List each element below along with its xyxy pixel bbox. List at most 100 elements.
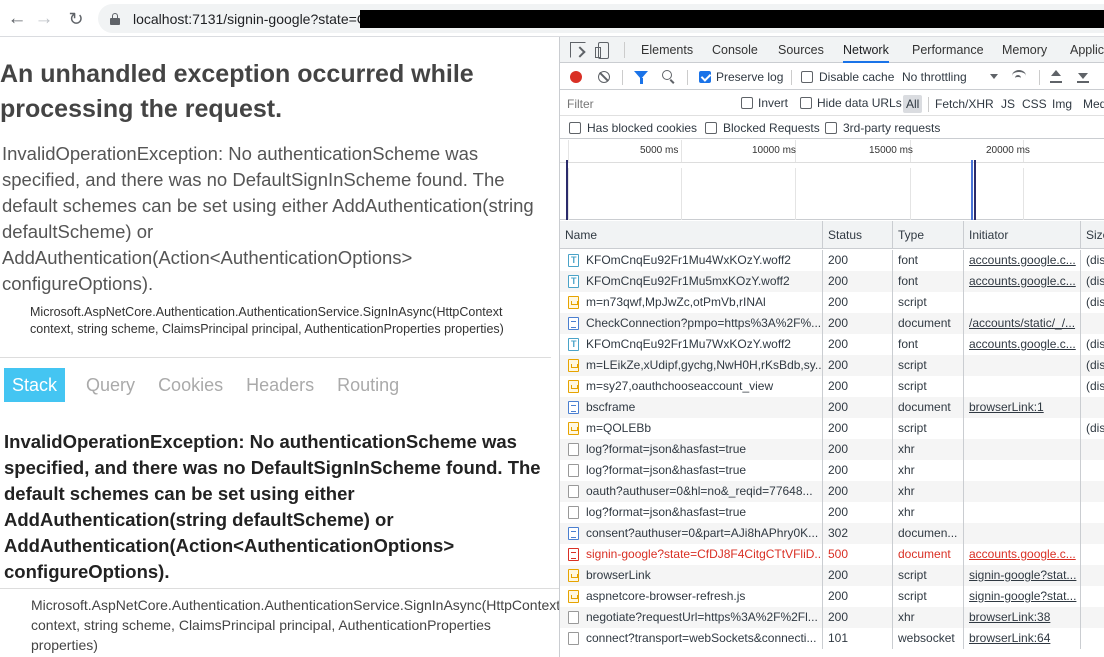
tab-application[interactable]: Applic	[1070, 37, 1104, 63]
name-text: bscframe	[586, 400, 636, 414]
cell-initiator[interactable]: browserLink:1	[964, 397, 1081, 418]
cell-initiator[interactable]: accounts.google.c...	[964, 544, 1081, 565]
has-blocked-cookies-label[interactable]: Has blocked cookies	[587, 121, 697, 135]
table-row[interactable]: log?format=json&hasfast=true 200 xhr	[560, 502, 1104, 523]
clear-icon[interactable]	[598, 71, 610, 83]
column-name[interactable]: Name	[560, 221, 823, 249]
table-row[interactable]: log?format=json&hasfast=true 200 xhr	[560, 460, 1104, 481]
blocked-requests-checkbox[interactable]	[705, 122, 717, 134]
cell-initiator[interactable]: signin-google?stat...	[964, 565, 1081, 586]
preserve-log-checkbox[interactable]	[699, 71, 711, 83]
inspect-element-icon[interactable]	[570, 42, 586, 58]
third-party-label[interactable]: 3rd-party requests	[843, 121, 940, 135]
export-har-icon[interactable]	[1077, 70, 1089, 83]
table-row[interactable]: signin-google?state=CfDJ8F4CitgCTtVFliD.…	[560, 544, 1104, 565]
filter-img-button[interactable]: Img	[1052, 95, 1072, 113]
cell-size	[1081, 397, 1104, 418]
back-icon[interactable]: ←	[4, 6, 30, 32]
filter-js-button[interactable]: JS	[1001, 95, 1015, 113]
preserve-log-label[interactable]: Preserve log	[716, 70, 783, 84]
blocked-requests-label[interactable]: Blocked Requests	[723, 121, 820, 135]
filter-fetch-xhr-button[interactable]: Fetch/XHR	[935, 95, 994, 113]
status-text: 200	[828, 358, 849, 372]
search-icon[interactable]	[662, 70, 672, 80]
has-blocked-cookies-checkbox[interactable]	[569, 122, 581, 134]
cell-initiator[interactable]: /accounts/static/_/...	[964, 313, 1081, 334]
requests-table: Name Status Type Initiator Size KFOmCnqE…	[560, 221, 1104, 657]
disable-cache-checkbox[interactable]	[801, 71, 813, 83]
table-row[interactable]: KFOmCnqEu92Fr1Mu7WxKOzY.woff2 200 font acco…	[560, 334, 1104, 355]
divider	[1039, 70, 1040, 85]
column-initiator[interactable]: Initiator	[964, 221, 1081, 249]
device-toolbar-icon[interactable]	[595, 42, 609, 59]
tab-sources[interactable]: Sources	[778, 37, 824, 63]
tab-stack[interactable]: Stack	[4, 368, 66, 402]
third-party-checkbox[interactable]	[825, 122, 837, 134]
tab-cookies[interactable]: Cookies	[150, 368, 231, 402]
record-icon[interactable]	[570, 71, 582, 83]
invert-checkbox[interactable]	[741, 97, 753, 109]
size-text: (dis	[1086, 295, 1104, 309]
tab-performance[interactable]: Performance	[912, 37, 984, 63]
stack-frame[interactable]: Microsoft.AspNetCore.Authentication.Auth…	[31, 595, 559, 655]
tab-routing[interactable]: Routing	[329, 368, 407, 402]
type-text: script	[898, 295, 927, 309]
cell-size: (dis	[1081, 418, 1104, 439]
cell-initiator[interactable]: accounts.google.c...	[964, 250, 1081, 271]
table-row[interactable]: bscframe 200 document browserLink:1	[560, 397, 1104, 418]
invert-label[interactable]: Invert	[758, 96, 788, 110]
cell-initiator[interactable]: accounts.google.c...	[964, 271, 1081, 292]
cell-initiator[interactable]: browserLink:38	[964, 607, 1081, 628]
chevron-down-icon[interactable]	[990, 74, 998, 79]
hide-data-urls-label[interactable]: Hide data URLs	[817, 96, 902, 110]
table-row[interactable]: m=QOLEBb 200 script (dis	[560, 418, 1104, 439]
cell-initiator	[964, 439, 1081, 460]
size-text: (dis	[1086, 421, 1104, 435]
cell-initiator	[964, 481, 1081, 502]
initiator-text: browserLink:64	[969, 631, 1051, 645]
table-row[interactable]: KFOmCnqEu92Fr1Mu4WxKOzY.woff2 200 font acco…	[560, 250, 1104, 271]
tab-console[interactable]: Console	[712, 37, 758, 63]
url-text[interactable]: localhost:7131/signin-google?state=C	[133, 11, 367, 27]
tab-elements[interactable]: Elements	[641, 37, 693, 63]
tab-query[interactable]: Query	[78, 368, 143, 402]
xhr-file-icon	[568, 506, 579, 519]
hide-data-urls-checkbox[interactable]	[800, 97, 812, 109]
filter-all-button[interactable]: All	[903, 95, 923, 113]
cell-size	[1081, 460, 1104, 481]
import-har-icon[interactable]	[1050, 70, 1062, 83]
filter-media-button[interactable]: Med	[1083, 95, 1104, 113]
table-row[interactable]: m=n73qwf,MpJwZc,otPmVb,rINAl 200 script (di…	[560, 292, 1104, 313]
table-row[interactable]: m=LEikZe,xUdipf,gychg,NwH0H,rKsBdb,sy...…	[560, 355, 1104, 376]
column-size[interactable]: Size	[1081, 221, 1104, 249]
filter-icon[interactable]	[634, 71, 648, 84]
tab-headers[interactable]: Headers	[238, 368, 322, 402]
reload-icon[interactable]: ↻	[63, 6, 89, 32]
column-type[interactable]: Type	[893, 221, 964, 249]
table-row[interactable]: connect?transport=webSockets&connecti...…	[560, 628, 1104, 649]
lock-icon[interactable]	[110, 12, 120, 25]
name-text: aspnetcore-browser-refresh.js	[586, 589, 746, 603]
cell-initiator[interactable]: accounts.google.c...	[964, 334, 1081, 355]
filter-input[interactable]	[564, 94, 728, 113]
table-row[interactable]: negotiate?requestUrl=https%3A%2F%2Fl... 2…	[560, 607, 1104, 628]
table-row[interactable]: CheckConnection?pmpo=https%3A%2F%... 200 d…	[560, 313, 1104, 334]
network-conditions-icon[interactable]	[1012, 70, 1026, 82]
table-row[interactable]: KFOmCnqEu92Fr1Mu5mxKOzY.woff2 200 font acco…	[560, 271, 1104, 292]
table-row[interactable]: consent?authuser=0&part=AJi8hAPhry0K... 3…	[560, 523, 1104, 544]
timeline-overview[interactable]: 5000 ms 10000 ms 15000 ms 20000 ms	[560, 140, 1104, 220]
cell-initiator[interactable]: browserLink:64	[964, 628, 1081, 649]
table-row[interactable]: m=sy27,oauthchooseaccount_view 200 script (…	[560, 376, 1104, 397]
table-row[interactable]: log?format=json&hasfast=true 200 xhr	[560, 439, 1104, 460]
throttling-select[interactable]: No throttling	[902, 70, 967, 84]
forward-icon[interactable]: →	[31, 6, 57, 32]
column-status[interactable]: Status	[823, 221, 893, 249]
tab-network[interactable]: Network	[843, 37, 889, 63]
table-row[interactable]: oauth?authuser=0&hl=no&_reqid=77648... 20…	[560, 481, 1104, 502]
disable-cache-label[interactable]: Disable cache	[819, 70, 894, 84]
tab-memory[interactable]: Memory	[1002, 37, 1047, 63]
table-row[interactable]: browserLink 200 script signin-google?stat..…	[560, 565, 1104, 586]
cell-initiator[interactable]: signin-google?stat...	[964, 586, 1081, 607]
table-row[interactable]: aspnetcore-browser-refresh.js 200 script si…	[560, 586, 1104, 607]
filter-css-button[interactable]: CSS	[1022, 95, 1047, 113]
